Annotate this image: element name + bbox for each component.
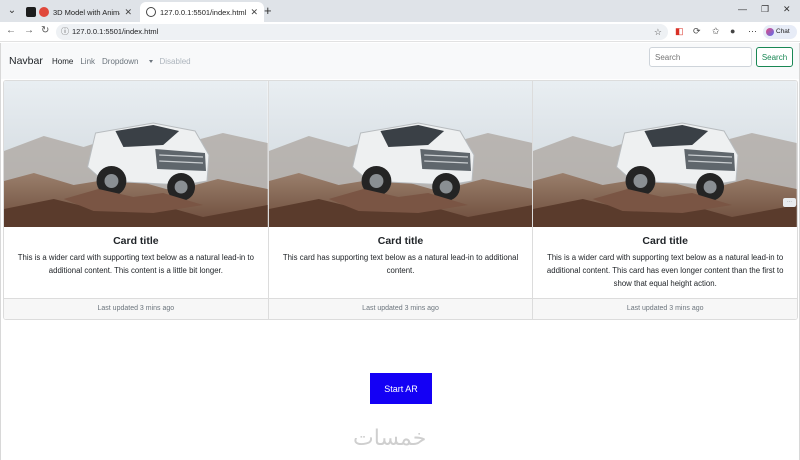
card: Card title This is a wider card with sup… bbox=[4, 81, 269, 319]
minimize-icon[interactable]: — bbox=[738, 4, 747, 14]
forward-icon[interactable]: → bbox=[24, 25, 34, 36]
nav-dropdown-label: Dropdown bbox=[102, 57, 139, 66]
site-favicon-icon bbox=[26, 7, 36, 17]
restore-icon[interactable]: ❐ bbox=[761, 4, 769, 15]
tab-title: 3D Model with Animation bbox=[53, 7, 120, 17]
card-title: Card title bbox=[113, 235, 159, 247]
page-viewport: Navbar Home Link Dropdown Disabled Searc… bbox=[0, 43, 800, 460]
site-info-icon[interactable]: ⓘ bbox=[61, 24, 69, 40]
card-title: Card title bbox=[377, 235, 424, 247]
card: Card title This is a wider card with sup… bbox=[533, 81, 797, 319]
favorites-icon[interactable]: ✩ bbox=[712, 26, 720, 37]
refresh-extension-icon[interactable]: ⟳ bbox=[693, 26, 701, 37]
nav-links: Home Link Dropdown Disabled bbox=[52, 57, 198, 66]
more-menu-icon[interactable]: ⋯ bbox=[748, 26, 757, 37]
image-overlay-badge[interactable]: ⋯ bbox=[783, 198, 796, 207]
nav-dropdown[interactable]: Dropdown bbox=[102, 57, 153, 66]
browser-toolbar: ← → ↻ ⓘ 127.0.0.1:5501/index.html ☆ ◧ ⟳ … bbox=[0, 22, 800, 42]
address-bar[interactable]: ⓘ 127.0.0.1:5501/index.html ☆ bbox=[56, 24, 668, 40]
globe-icon bbox=[146, 7, 156, 17]
card-text: This is a wider card with supporting tex… bbox=[546, 253, 784, 288]
card-body: Card title This is a wider card with sup… bbox=[4, 227, 268, 298]
search-input[interactable] bbox=[649, 47, 752, 67]
copilot-icon bbox=[766, 28, 774, 36]
card-image bbox=[268, 81, 533, 227]
new-tab-icon[interactable]: + bbox=[264, 3, 272, 19]
tab-title: 127.0.0.1:5501/index.html bbox=[160, 7, 247, 17]
close-tab-icon[interactable]: ✕ bbox=[250, 7, 258, 18]
card-image bbox=[4, 81, 268, 227]
profile-avatar-icon[interactable]: ● bbox=[730, 26, 735, 36]
nav-link-disabled: Disabled bbox=[159, 57, 191, 66]
card-text: This card has supporting text below as a… bbox=[282, 253, 519, 275]
extension-icon[interactable]: ◧ bbox=[675, 26, 684, 37]
navbar-brand[interactable]: Navbar bbox=[9, 55, 43, 67]
navbar: Navbar Home Link Dropdown Disabled Searc… bbox=[1, 43, 799, 79]
bookmark-star-icon[interactable]: ☆ bbox=[654, 24, 662, 40]
close-window-icon[interactable]: ✕ bbox=[783, 4, 791, 15]
card-body: Card title This card has supporting text… bbox=[269, 227, 533, 298]
card-body: Card title This is a wider card with sup… bbox=[533, 227, 797, 298]
card: Card title This card has supporting text… bbox=[268, 81, 534, 319]
tab-3d-model[interactable]: 3D Model with Animation ✕ bbox=[20, 2, 138, 22]
card-footer: Last updated 3 mins ago bbox=[268, 298, 533, 319]
record-icon bbox=[39, 7, 49, 17]
tab-search-menu[interactable]: ⌄ bbox=[4, 3, 20, 19]
card-footer: Last updated 3 mins ago bbox=[4, 298, 268, 319]
back-icon[interactable]: ← bbox=[6, 25, 16, 36]
card-image bbox=[533, 81, 797, 227]
nav-link-link[interactable]: Link bbox=[80, 57, 95, 66]
reload-icon[interactable]: ↻ bbox=[41, 25, 49, 36]
tab-index[interactable]: 127.0.0.1:5501/index.html ✕ bbox=[140, 2, 264, 22]
browser-tabstrip: ⌄ 3D Model with Animation ✕ 127.0.0.1:55… bbox=[0, 0, 800, 22]
watermark-logo: خمسات bbox=[353, 426, 427, 451]
chat-button[interactable]: Chat bbox=[763, 25, 797, 39]
card-text: This is a wider card with supporting tex… bbox=[17, 253, 254, 275]
start-ar-button[interactable]: Start AR bbox=[370, 373, 432, 404]
search-button[interactable]: Search bbox=[756, 47, 793, 67]
card-footer: Last updated 3 mins ago bbox=[533, 298, 797, 319]
close-tab-icon[interactable]: ✕ bbox=[124, 7, 132, 18]
chat-label: Chat bbox=[776, 28, 790, 35]
card-group: Card title This is a wider card with sup… bbox=[3, 80, 798, 320]
nav-link-home[interactable]: Home bbox=[52, 57, 73, 66]
card-title: Card title bbox=[642, 235, 688, 247]
caret-down-icon bbox=[148, 60, 153, 63]
url-text: 127.0.0.1:5501/index.html bbox=[72, 27, 159, 36]
